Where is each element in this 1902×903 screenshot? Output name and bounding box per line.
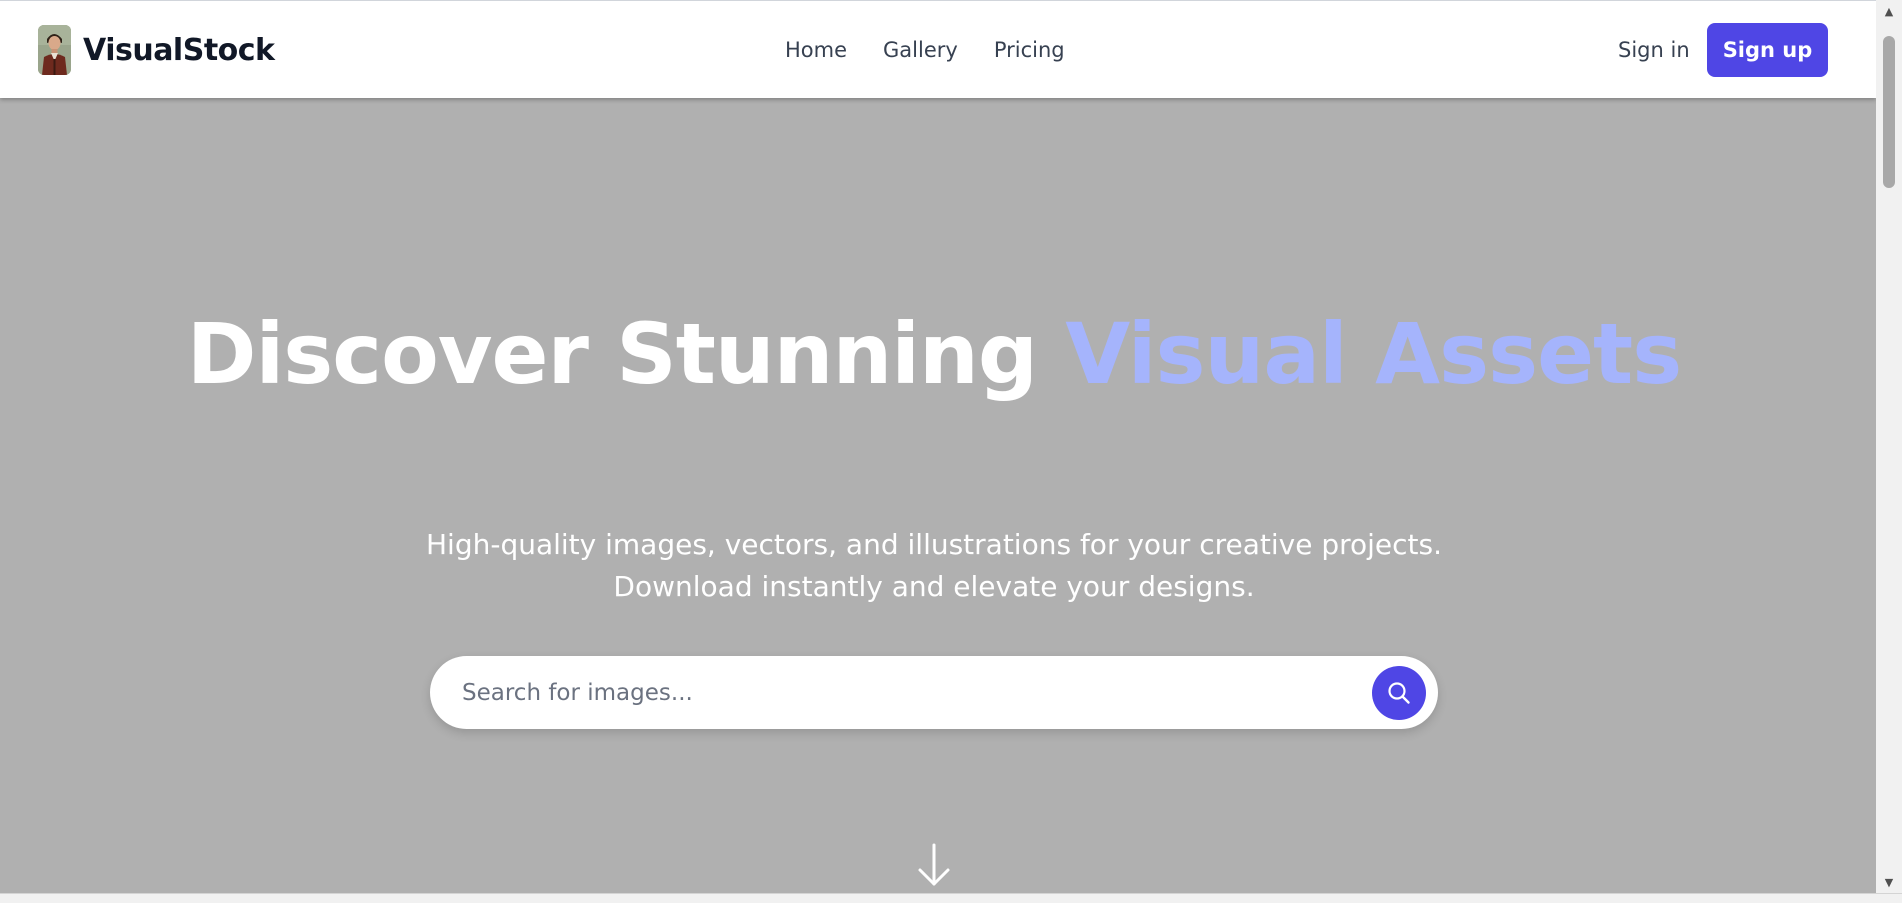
hero-title-main: Discover Stunning [186, 305, 1066, 403]
search-button[interactable] [1372, 666, 1426, 720]
hero-section: Discover Stunning Visual Assets High-qua… [0, 98, 1876, 893]
nav-gallery[interactable]: Gallery [883, 38, 958, 62]
signup-button[interactable]: Sign up [1707, 23, 1828, 77]
arrow-down-icon [918, 843, 950, 886]
scrollbar-thumb[interactable] [1883, 36, 1895, 188]
hero-subtitle: High-quality images, vectors, and illust… [0, 524, 1868, 608]
scroll-up-arrow-icon[interactable]: ▲ [1876, 0, 1902, 22]
hero-subtitle-line2: Download instantly and elevate your desi… [613, 570, 1255, 603]
site-header: VisualStock Home Gallery Pricing Sign in… [0, 0, 1876, 98]
brand-name: VisualStock [83, 32, 275, 68]
scroll-down-button[interactable] [914, 840, 954, 890]
hero-subtitle-line1: High-quality images, vectors, and illust… [425, 528, 1443, 561]
portrait-logo-icon [38, 25, 71, 75]
search-bar [430, 656, 1438, 729]
brand-link[interactable]: VisualStock [38, 25, 275, 75]
main-nav: Home Gallery Pricing [785, 25, 1065, 75]
search-icon [1388, 682, 1410, 704]
horizontal-scrollbar[interactable] [0, 893, 1902, 903]
vertical-scrollbar[interactable]: ▲ ▼ [1876, 0, 1902, 893]
scroll-down-arrow-icon[interactable]: ▼ [1876, 871, 1902, 893]
nav-home[interactable]: Home [785, 38, 847, 62]
signin-link[interactable]: Sign in [1618, 25, 1690, 75]
hero-title: Discover Stunning Visual Assets [0, 308, 1868, 400]
hero-title-accent: Visual Assets [1065, 305, 1682, 403]
search-input[interactable] [460, 656, 1360, 729]
nav-pricing[interactable]: Pricing [994, 38, 1065, 62]
browser-viewport: VisualStock Home Gallery Pricing Sign in… [0, 0, 1876, 893]
